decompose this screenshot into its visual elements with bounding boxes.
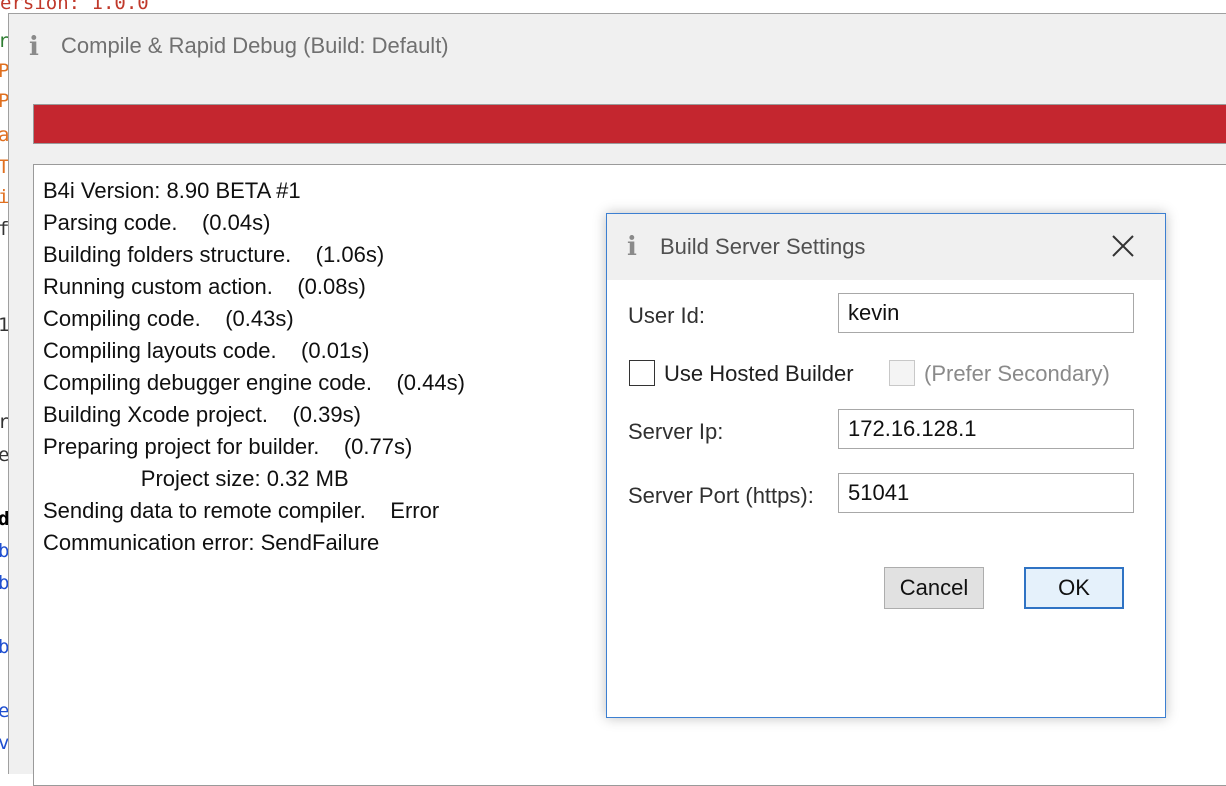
ok-button[interactable]: OK	[1024, 567, 1124, 609]
server-port-label: Server Port (https):	[628, 483, 814, 508]
dialog-titlebar[interactable]: i Build Server Settings	[607, 214, 1165, 280]
use-hosted-builder-checkbox[interactable]	[629, 360, 655, 386]
log-line: Compiling debugger engine code. (0.44s)	[43, 370, 465, 395]
log-line: Building Xcode project. (0.39s)	[43, 402, 361, 427]
log-line: Compiling code. (0.43s)	[43, 306, 294, 331]
log-line: Project size: 0.32 MB	[43, 466, 349, 491]
log-line: Building folders structure. (1.06s)	[43, 242, 385, 267]
prefer-secondary-label: (Prefer Secondary)	[924, 361, 1110, 386]
log-lines: B4i Version: 8.90 BETA #1 Parsing code. (…	[43, 175, 465, 559]
log-line: Sending data to remote compiler. Error	[43, 498, 440, 523]
prefer-secondary-checkbox	[889, 360, 915, 386]
log-line: Running custom action. (0.08s)	[43, 274, 366, 299]
log-line: Preparing project for builder. (0.77s)	[43, 434, 413, 459]
log-line: Parsing code. (0.04s)	[43, 210, 271, 235]
log-line: Compiling layouts code. (0.01s)	[43, 338, 370, 363]
compile-progress-bar	[33, 104, 1226, 144]
cancel-button[interactable]: Cancel	[884, 567, 984, 609]
editor-version-line: ersion: 1.0.0	[0, 0, 149, 14]
server-ip-input[interactable]: 172.16.128.1	[838, 409, 1134, 449]
close-button[interactable]	[1109, 232, 1137, 260]
close-icon	[1112, 235, 1134, 257]
log-line: Communication error: SendFailure	[43, 530, 380, 555]
user-id-label: User Id:	[628, 303, 706, 328]
dialog-body: User Id: kevin Use Hosted Builder (Prefe…	[607, 280, 1165, 717]
info-icon: i	[29, 32, 39, 62]
user-id-input[interactable]: kevin	[838, 293, 1134, 333]
use-hosted-builder-label[interactable]: Use Hosted Builder	[664, 361, 854, 387]
server-port-input[interactable]: 51041	[838, 473, 1134, 513]
log-line: B4i Version: 8.90 BETA #1	[43, 178, 301, 203]
compile-titlebar[interactable]: i Compile & Rapid Debug (Build: Default)	[9, 14, 1226, 80]
dialog-title: Build Server Settings	[660, 234, 866, 259]
build-server-settings-dialog: i Build Server Settings User Id: kevin U…	[606, 213, 1166, 718]
info-icon: i	[627, 232, 637, 262]
server-ip-label: Server Ip:	[628, 419, 724, 444]
compile-window-title: Compile & Rapid Debug (Build: Default)	[61, 33, 449, 58]
